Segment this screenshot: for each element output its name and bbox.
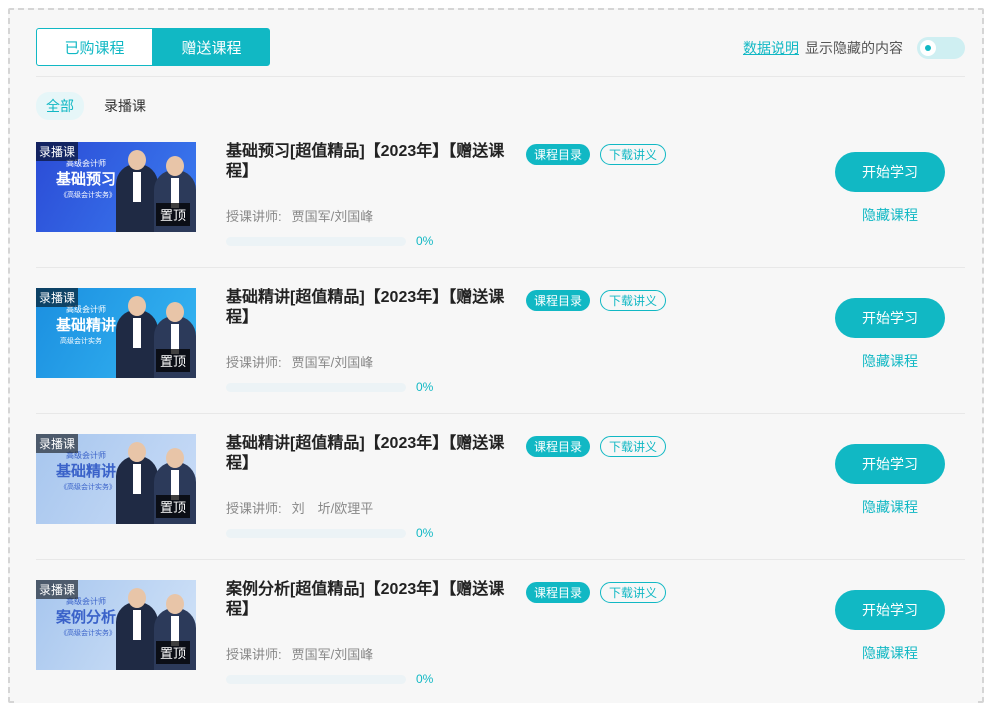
divider <box>36 267 965 268</box>
filter-all[interactable]: 全部 <box>36 92 84 120</box>
course-tabs: 已购课程 赠送课程 <box>36 28 270 66</box>
start-learning-button[interactable]: 开始学习 <box>835 152 945 192</box>
teacher-names: 贾国军/刘国峰 <box>291 355 374 370</box>
thumb-title: 案例分析 <box>56 609 117 626</box>
thumb-book: 《高级会计实务》 <box>60 192 116 199</box>
download-handout-button[interactable]: 下载讲义 <box>600 290 667 311</box>
progress-bar <box>226 529 406 538</box>
tab-purchased[interactable]: 已购课程 <box>36 28 153 66</box>
course-thumbnail[interactable]: 高级会计师 基础精讲 高级会计实务 录播课 置顶 <box>36 288 196 378</box>
start-learning-button[interactable]: 开始学习 <box>835 590 945 630</box>
course-item: 高级会计师 基础预习 《高级会计实务》 录播课 置顶 基础预习[超值精品]【20… <box>36 128 965 274</box>
teacher-info: 授课讲师: 贾国军/刘国峰 <box>226 352 373 371</box>
filter-recorded[interactable]: 录播课 <box>94 92 156 120</box>
course-badges: 课程目录 下载讲义 <box>526 582 667 603</box>
teacher-figure <box>116 150 158 232</box>
header-actions: 数据说明 显示隐藏的内容 <box>743 37 965 59</box>
teacher-info: 授课讲师: 贾国军/刘国峰 <box>226 644 373 663</box>
toggle-knob <box>920 40 936 56</box>
hide-course-link[interactable]: 隐藏课程 <box>862 351 918 371</box>
divider <box>36 559 965 560</box>
start-learning-button[interactable]: 开始学习 <box>835 444 945 484</box>
hide-course-link[interactable]: 隐藏课程 <box>862 497 918 517</box>
filter-bar: 全部 录播课 <box>36 92 166 120</box>
catalog-button[interactable]: 课程目录 <box>526 290 591 311</box>
recorded-tag: 录播课 <box>36 580 79 599</box>
progress-bar <box>226 383 406 392</box>
teacher-figure <box>116 296 158 378</box>
thumb-title: 基础精讲 <box>56 317 117 334</box>
course-title[interactable]: 基础精讲[超值精品]【2023年】【赠送课程】 <box>226 288 506 328</box>
teacher-figure <box>116 588 158 670</box>
teacher-names: 贾国军/刘国峰 <box>291 209 374 224</box>
course-badges: 课程目录 下载讲义 <box>526 290 667 311</box>
teacher-info: 授课讲师: 刘 圻/欧理平 <box>226 498 373 517</box>
thumb-book: 《高级会计实务》 <box>60 630 116 637</box>
thumb-book: 高级会计实务 <box>60 338 102 345</box>
progress-bar <box>226 237 406 246</box>
tab-gifted[interactable]: 赠送课程 <box>153 28 270 66</box>
catalog-button[interactable]: 课程目录 <box>526 144 591 165</box>
pinned-label: 置顶 <box>155 495 190 518</box>
course-title[interactable]: 基础预习[超值精品]【2023年】【赠送课程】 <box>226 142 506 182</box>
start-learning-button[interactable]: 开始学习 <box>835 298 945 338</box>
progress-bar <box>226 675 406 684</box>
download-handout-button[interactable]: 下载讲义 <box>600 582 667 603</box>
course-title[interactable]: 基础精讲[超值精品]【2023年】【赠送课程】 <box>226 434 506 474</box>
divider <box>36 413 965 414</box>
recorded-tag: 录播课 <box>36 288 79 307</box>
teacher-info: 授课讲师: 贾国军/刘国峰 <box>226 206 373 225</box>
thumb-title: 基础预习 <box>56 171 117 188</box>
teacher-names: 刘 圻/欧理平 <box>291 501 374 516</box>
course-item: 高级会计师 基础精讲 高级会计实务 录播课 置顶 基础精讲[超值精品]【2023… <box>36 274 965 420</box>
course-thumbnail[interactable]: 高级会计师 案例分析 《高级会计实务》 录播课 置顶 <box>36 580 196 670</box>
hide-course-link[interactable]: 隐藏课程 <box>862 205 918 225</box>
course-badges: 课程目录 下载讲义 <box>526 144 667 165</box>
download-handout-button[interactable]: 下载讲义 <box>600 144 667 165</box>
progress-percent: 0% <box>416 526 434 540</box>
download-handout-button[interactable]: 下载讲义 <box>600 436 667 457</box>
progress-percent: 0% <box>416 234 434 248</box>
progress-percent: 0% <box>416 672 434 686</box>
teacher-label: 授课讲师: <box>226 647 282 662</box>
catalog-button[interactable]: 课程目录 <box>526 582 591 603</box>
teacher-figure <box>116 442 158 524</box>
teacher-label: 授课讲师: <box>226 501 282 516</box>
hide-course-link[interactable]: 隐藏课程 <box>862 643 918 663</box>
show-hidden-toggle[interactable] <box>917 37 965 59</box>
data-explanation-link[interactable]: 数据说明 <box>743 38 799 58</box>
course-title[interactable]: 案例分析[超值精品]【2023年】【赠送课程】 <box>226 580 506 620</box>
progress-percent: 0% <box>416 380 434 394</box>
pinned-label: 置顶 <box>155 641 190 664</box>
course-thumbnail[interactable]: 高级会计师 基础精讲 《高级会计实务》 录播课 置顶 <box>36 434 196 524</box>
recorded-tag: 录播课 <box>36 434 79 453</box>
course-item: 高级会计师 基础精讲 《高级会计实务》 录播课 置顶 基础精讲[超值精品]【20… <box>36 420 965 566</box>
course-badges: 课程目录 下载讲义 <box>526 436 667 457</box>
recorded-tag: 录播课 <box>36 142 79 161</box>
teacher-label: 授课讲师: <box>226 355 282 370</box>
course-thumbnail[interactable]: 高级会计师 基础预习 《高级会计实务》 录播课 置顶 <box>36 142 196 232</box>
divider <box>36 76 965 77</box>
catalog-button[interactable]: 课程目录 <box>526 436 591 457</box>
teacher-names: 贾国军/刘国峰 <box>291 647 374 662</box>
thumb-book: 《高级会计实务》 <box>60 484 116 491</box>
course-item: 高级会计师 案例分析 《高级会计实务》 录播课 置顶 案例分析[超值精品]【20… <box>36 566 965 712</box>
pinned-label: 置顶 <box>155 349 190 372</box>
pinned-label: 置顶 <box>155 203 190 226</box>
show-hidden-label: 显示隐藏的内容 <box>805 40 903 56</box>
course-panel: 已购课程 赠送课程 数据说明 显示隐藏的内容 全部 录播课 高级会计师 基础预习… <box>17 15 977 703</box>
thumb-title: 基础精讲 <box>56 463 117 480</box>
teacher-label: 授课讲师: <box>226 209 282 224</box>
